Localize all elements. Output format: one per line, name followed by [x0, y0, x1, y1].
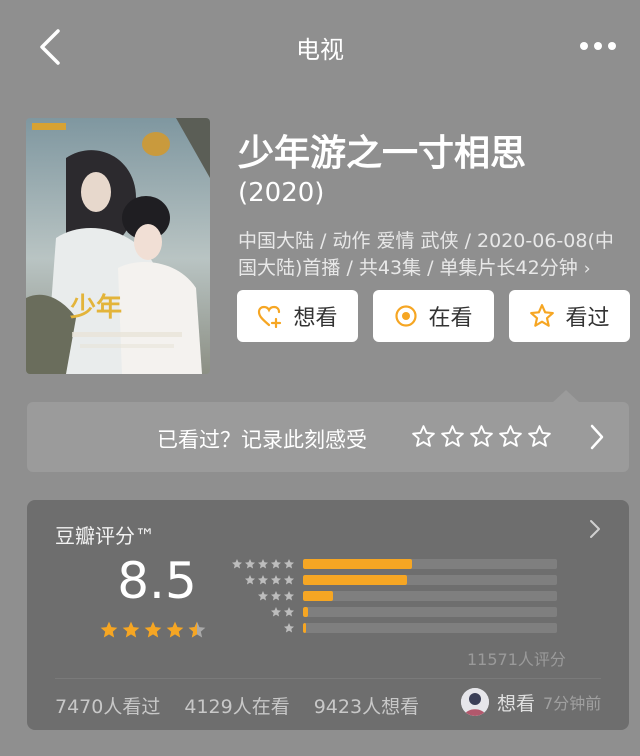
rating-stars [99, 620, 207, 640]
star-outline-icon [530, 304, 555, 327]
star-small-icon [245, 575, 255, 585]
meta-line-2-text: 国大陆)首播 / 共43集 / 单集片长42分钟 [238, 257, 578, 279]
watching-count: 4129人在看 [184, 696, 290, 718]
rating-row-1-star [227, 622, 587, 634]
rating-bar-track [303, 591, 557, 601]
poster-title-art: 少年 [69, 292, 122, 323]
rating-count: 11571人评分 [467, 650, 566, 669]
rating-row-5-star [227, 558, 587, 570]
star-outline-icon[interactable] [469, 424, 494, 449]
eye-circle-icon [395, 305, 418, 327]
avatar[interactable] [461, 688, 489, 716]
star-outline-icon[interactable] [527, 424, 552, 449]
rating-bar-fill [303, 575, 408, 585]
star-small-icon [271, 559, 281, 569]
more-options-icon[interactable] [578, 36, 618, 56]
rating-score: 8.5 [117, 552, 197, 610]
divider [55, 678, 601, 679]
star-filled-icon [100, 621, 118, 638]
record-stars[interactable] [411, 424, 552, 449]
rating-bar-fill [303, 607, 309, 617]
want-button[interactable]: 想看 [237, 290, 358, 342]
star-small-icon [284, 591, 294, 601]
star-small-icon [232, 559, 242, 569]
rating-row-4-star [227, 574, 587, 586]
star-filled-icon [166, 621, 184, 638]
page-title: 电视 [296, 36, 344, 64]
row-stars [283, 622, 295, 634]
watched-button[interactable]: 看过 [509, 290, 630, 342]
show-title: 少年游之一寸相思 [238, 133, 527, 174]
star-outline-icon[interactable] [411, 424, 436, 449]
rating-row-3-star [227, 590, 587, 602]
star-small-icon [271, 607, 281, 617]
poster-image[interactable]: 少年 [26, 118, 210, 374]
show-meta[interactable]: 中国大陆 / 动作 爱情 武侠 / 2020-06-08(中 国大陆)首播 / … [238, 228, 634, 283]
row-stars [231, 558, 295, 570]
star-small-icon [258, 575, 268, 585]
watching-label: 在看 [428, 306, 473, 331]
star-small-icon [271, 575, 281, 585]
rating-bar-track [303, 607, 557, 617]
watched-count: 7470人看过 [55, 696, 161, 718]
record-prompt: 已看过？记录此刻感受 [157, 428, 367, 452]
row-stars [257, 590, 295, 602]
meta-line-1: 中国大陆 / 动作 爱情 武侠 / 2020-06-08(中 [238, 230, 614, 252]
rating-label: 豆瓣评分™ [55, 524, 155, 548]
star-small-icon [284, 559, 294, 569]
friend-time: 7分钟前 [543, 694, 602, 713]
watching-button[interactable]: 在看 [373, 290, 494, 342]
star-outline-icon[interactable] [498, 424, 523, 449]
want-label: 想看 [293, 306, 338, 331]
meta-line-2: 国大陆)首播 / 共43集 / 单集片长42分钟 › [238, 255, 634, 283]
heart-plus-icon [258, 305, 282, 328]
record-feeling-bar[interactable]: 已看过？记录此刻感受 [27, 402, 629, 472]
friend-activity[interactable]: 想看 7分钟前 [461, 688, 601, 716]
chevron-right-icon[interactable] [589, 422, 605, 452]
rating-bar-track [303, 559, 557, 569]
rating-row-2-star [227, 606, 587, 618]
star-small-icon [284, 575, 294, 585]
chevron-right-icon[interactable] [589, 518, 601, 540]
want-count: 9423人想看 [313, 696, 420, 718]
rating-bar-track [303, 623, 557, 633]
rating-bar-fill [303, 623, 306, 633]
watched-label: 看过 [565, 306, 610, 331]
row-stars [270, 606, 295, 618]
top-bar: 电视 [0, 0, 640, 96]
rating-bar-fill [303, 591, 334, 601]
row-stars [244, 574, 295, 586]
star-small-icon [271, 591, 281, 601]
meta-chevron-icon: › [583, 259, 591, 279]
star-half-icon [188, 621, 206, 638]
show-year: (2020) [238, 178, 325, 208]
star-small-icon [284, 623, 294, 633]
rating-bar-track [303, 575, 557, 585]
friend-action: 想看 [497, 692, 536, 715]
star-small-icon [258, 559, 268, 569]
watch-stats: 7470人看过 4129人在看 9423人想看 [55, 692, 419, 719]
rating-bar-fill [303, 559, 413, 569]
star-small-icon [284, 607, 294, 617]
star-small-icon [258, 591, 268, 601]
rating-card[interactable]: 豆瓣评分™ 8.5 11571人评分 7470人看过 4129人在看 9423人… [27, 500, 629, 730]
star-filled-icon [122, 621, 140, 638]
star-filled-icon [144, 621, 162, 638]
star-small-icon [245, 559, 255, 569]
star-outline-icon[interactable] [440, 424, 465, 449]
